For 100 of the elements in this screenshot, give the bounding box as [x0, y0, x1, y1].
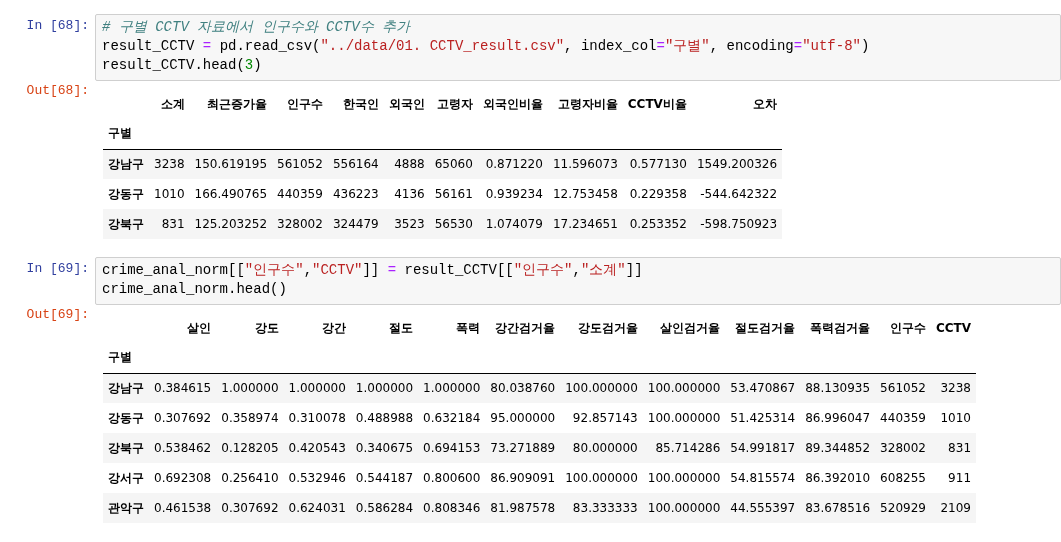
- column-header: 폭력: [455, 319, 482, 337]
- table-cell: 100.000000: [642, 403, 726, 433]
- table-cell: -598.750923: [691, 209, 783, 239]
- table-cell: 83.678516: [800, 493, 876, 523]
- table-cell: 831: [930, 433, 976, 463]
- column-header: 한국인: [341, 95, 380, 113]
- table-cell: 0.939234: [477, 179, 548, 209]
- column-header: 절도검거율: [734, 319, 797, 337]
- table-cell: 53.470867: [725, 373, 801, 403]
- column-header: 오차: [752, 95, 779, 113]
- index-header: 구별: [103, 119, 149, 149]
- table-cell: 2109: [930, 493, 976, 523]
- table-cell: 100.000000: [560, 463, 643, 493]
- row-label: 강동구: [103, 179, 149, 209]
- table-cell: 0.624031: [283, 493, 351, 523]
- table-cell: 0.307692: [149, 403, 217, 433]
- row-label: 강동구: [103, 403, 149, 433]
- table-cell: 80.038760: [485, 373, 561, 403]
- table-cell: 0.538462: [149, 433, 217, 463]
- table-cell: 0.586284: [350, 493, 419, 523]
- table-cell: 81.987578: [485, 493, 561, 523]
- code-editor[interactable]: # 구별 CCTV 자료에서 인구수와 CCTV수 추가 result_CCTV = pd.read_csv("../data/01. CCTV_result.csv", index_col="구별", encoding="utf-8") result_CCTV.head(3): [95, 14, 1061, 81]
- table-cell: 1.074079: [477, 209, 548, 239]
- table-cell: 608255: [875, 463, 931, 493]
- code-line: crime_anal_norm.head(): [102, 280, 288, 299]
- table-cell: 44.555397: [725, 493, 801, 523]
- table-cell: 12.753458: [547, 179, 623, 209]
- code-line: result_CCTV = pd.read_csv("../data/01. CCTV_result.csv", index_col="구별", encoding="utf-8"): [102, 37, 871, 56]
- table-cell: 0.694153: [418, 433, 486, 463]
- table-cell: 0.692308: [149, 463, 217, 493]
- table-cell: 911: [930, 463, 976, 493]
- table-cell: 1010: [930, 403, 976, 433]
- column-header: 살인검거율: [659, 319, 722, 337]
- row-label: 관악구: [103, 493, 149, 523]
- code-line: crime_anal_norm[["인구수","CCTV"]] = result_CCTV[["인구수","소계"]]: [102, 261, 644, 280]
- column-header: 절도: [388, 319, 415, 337]
- row-label: 강남구: [103, 149, 149, 179]
- table-cell: 520929: [875, 493, 931, 523]
- table-cell: 0.808346: [418, 493, 486, 523]
- table-cell: 95.000000: [485, 403, 561, 433]
- table-cell: 100.000000: [642, 373, 726, 403]
- table-cell: 3238: [149, 149, 190, 179]
- table-cell: 0.532946: [283, 463, 351, 493]
- column-header: 고령자: [435, 95, 474, 113]
- table-cell: 56530: [429, 209, 478, 239]
- code-line: result_CCTV.head(3): [102, 56, 263, 75]
- table-cell: 73.271889: [485, 433, 561, 463]
- row-label: 강북구: [103, 433, 149, 463]
- table-cell: 0.461538: [149, 493, 217, 523]
- table-cell: 51.425314: [725, 403, 801, 433]
- table-cell: 0.128205: [216, 433, 284, 463]
- table-cell: 0.577130: [622, 149, 692, 179]
- column-header: 외국인비율: [481, 95, 544, 113]
- column-header: 살인: [186, 319, 213, 337]
- table-cell: 0.488988: [350, 403, 419, 433]
- code-editor[interactable]: crime_anal_norm[["인구수","CCTV"]] = result_CCTV[["인구수","소계"]] crime_anal_norm.head(): [95, 257, 1061, 305]
- column-header: CCTV비율: [626, 95, 688, 113]
- table-cell: 1.000000: [418, 373, 486, 403]
- table-cell: 0.384615: [149, 373, 217, 403]
- table-cell: 92.857143: [560, 403, 643, 433]
- table-cell: 556164: [327, 149, 384, 179]
- table-cell: 0.871220: [477, 149, 548, 179]
- table-cell: 0.632184: [418, 403, 486, 433]
- table-cell: 100.000000: [642, 493, 726, 523]
- table-cell: 1549.200326: [691, 149, 783, 179]
- table-cell: 54.815574: [725, 463, 801, 493]
- table-cell: 0.800600: [418, 463, 486, 493]
- table-cell: 65060: [429, 149, 478, 179]
- input-prompt: In [68]:: [25, 17, 90, 33]
- table-cell: 1.000000: [350, 373, 419, 403]
- table-cell: 4136: [383, 179, 430, 209]
- table-cell: 56161: [429, 179, 478, 209]
- table-cell: 88.130935: [800, 373, 876, 403]
- column-header: 강도: [253, 319, 280, 337]
- column-header: 인구수: [888, 319, 927, 337]
- table-cell: 440359: [272, 179, 328, 209]
- table-cell: 89.344852: [800, 433, 876, 463]
- table-cell: 100.000000: [642, 463, 726, 493]
- column-header: 외국인: [387, 95, 426, 113]
- table-cell: 85.714286: [642, 433, 726, 463]
- table-cell: 150.619195: [189, 149, 273, 179]
- table-cell: 324479: [327, 209, 384, 239]
- table-cell: 0.420543: [283, 433, 351, 463]
- table-cell: 0.229358: [622, 179, 692, 209]
- table-cell: 125.203252: [189, 209, 273, 239]
- column-header: 강간검거율: [494, 319, 557, 337]
- table-cell: 328002: [272, 209, 328, 239]
- index-header: 구별: [103, 343, 149, 373]
- column-header: 강도검거율: [576, 319, 639, 337]
- input-prompt: In [69]:: [25, 260, 90, 276]
- table-cell: 1010: [149, 179, 190, 209]
- output-prompt: Out[68]:: [25, 83, 90, 98]
- code-line: # 구별 CCTV 자료에서 인구수와 CCTV수 추가: [102, 18, 412, 37]
- table-cell: 0.256410: [216, 463, 284, 493]
- table-cell: 1.000000: [216, 373, 284, 403]
- table-cell: 561052: [272, 149, 328, 179]
- table-cell: 80.000000: [560, 433, 643, 463]
- column-header: 소계: [159, 95, 186, 113]
- row-label: 강남구: [103, 373, 149, 403]
- table-cell: 86.909091: [485, 463, 561, 493]
